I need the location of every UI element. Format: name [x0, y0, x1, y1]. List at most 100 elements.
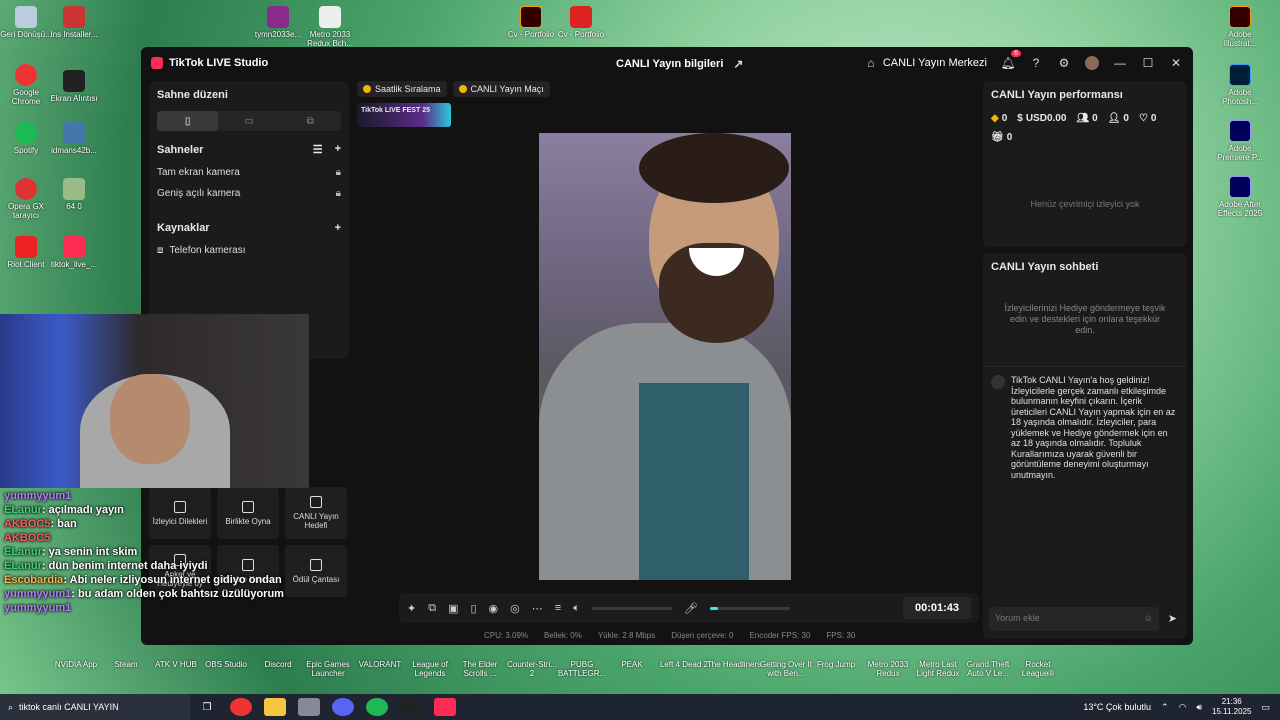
desktop-icon-l4d2[interactable]: Left 4 Dead 2 — [656, 660, 712, 669]
notification-center-icon[interactable]: ▭ — [1261, 702, 1270, 713]
help-icon[interactable]: ? — [1029, 56, 1043, 70]
desktop-icon-frog[interactable]: Frog Jump — [808, 660, 864, 669]
desktop-icon-chrome[interactable]: Google Chrome — [0, 64, 52, 106]
wifi-icon[interactable]: ◠ — [1179, 702, 1187, 713]
capture-icon[interactable]: ◎ — [510, 602, 520, 615]
share-icon[interactable]: ↗ — [731, 57, 745, 71]
scene-label: Geniş açılı kamera — [157, 188, 241, 199]
microphone-icon[interactable]: 🎤︎ — [684, 602, 698, 615]
chat-text: : ya senin int skim — [41, 546, 138, 558]
desktop-icon-cv-pdf[interactable]: Cv - Portfolio — [555, 6, 607, 39]
live-info-title[interactable]: CANLI Yayın bilgileri ↗ — [616, 57, 745, 71]
clock[interactable]: 21:36 15.11.2025 — [1212, 697, 1251, 717]
desktop-icon-headliners[interactable]: The Headliners — [706, 660, 762, 669]
record-icon[interactable]: ◉ — [489, 602, 499, 615]
close-icon[interactable]: ✕ — [1169, 56, 1183, 70]
desktop-icon-idm[interactable]: idmans42b... — [48, 122, 100, 155]
settings-sliders-icon[interactable]: ≡ — [555, 602, 561, 614]
task-view-icon[interactable]: ❐ — [196, 698, 218, 716]
desktop-icon-snip[interactable]: Ekran Alıntısı — [48, 70, 100, 103]
desktop-icon-discord[interactable]: Discord — [250, 660, 306, 669]
scene-item[interactable]: Geniş açılı kamera 🔒︎ — [157, 183, 341, 204]
emoji-icon[interactable]: ☺ — [1144, 613, 1153, 623]
desktop-icon-ps[interactable]: Adobe Photosh... — [1214, 64, 1266, 106]
desktop-icon-folder[interactable]: 64 0 — [48, 178, 100, 211]
desktop-icon-atk[interactable]: ATK V HUB — [148, 660, 204, 669]
live-goal-button[interactable]: CANLI Yayın Hedefi — [285, 487, 347, 539]
desktop-icon-ai[interactable]: Adobe Illustrat... — [1214, 6, 1266, 48]
tiktok-icon — [63, 236, 85, 258]
desktop-icon-elder[interactable]: The Elder Scrolls ... — [452, 660, 508, 678]
tiktok-taskbar-icon[interactable] — [434, 698, 456, 716]
desktop-icon-getting-over[interactable]: Getting Over It with Ben... — [758, 660, 814, 678]
desktop-icon-nvidia[interactable]: NVIDIA App — [48, 660, 104, 669]
chat-text: : ban — [50, 518, 77, 530]
speaker-volume-slider[interactable] — [591, 606, 672, 610]
desktop-icon-valorant[interactable]: VALORANT — [352, 660, 408, 669]
more-icon[interactable]: ⋯ — [532, 602, 543, 615]
taskbar-search[interactable]: ⌕ tiktok canlı CANLI YAYIN — [0, 694, 190, 720]
desktop-icon-cs2[interactable]: Counter-Stri... 2 — [504, 660, 560, 678]
live-center-button[interactable]: ⌂ CANLI Yayın Merkezi — [864, 56, 987, 70]
desktop-icon-gta[interactable]: Grand Theft Auto V Le... — [960, 660, 1016, 678]
dual-layout-tab[interactable]: ⧉ — [280, 111, 341, 131]
desktop-icon-peak[interactable]: PEAK — [604, 660, 660, 669]
chevron-up-icon[interactable]: ⌃ — [1161, 702, 1169, 713]
screen-share-icon[interactable]: ⧉ — [428, 602, 436, 615]
chat-divider — [983, 366, 1187, 367]
minimize-icon[interactable]: — — [1113, 56, 1127, 70]
maximize-icon[interactable]: ☐ — [1141, 56, 1155, 70]
desktop-icon-recycle[interactable]: Geri Dönüşü... — [0, 6, 52, 39]
mic-level-slider[interactable] — [709, 606, 790, 610]
desktop-icon-opera[interactable]: Opera GX tarayıcı — [0, 178, 52, 220]
desktop-icon-rocket[interactable]: Rocket League® — [1010, 660, 1066, 678]
speaker-tray-icon[interactable]: 🔊︎ — [1196, 702, 1202, 713]
magic-wand-icon[interactable]: ✦ — [407, 602, 416, 615]
cpu-stat: CPU: 3.09% — [484, 631, 529, 640]
desktop-icon-tiktok[interactable]: tiktok_live_... — [48, 236, 100, 269]
discord-taskbar-icon[interactable] — [332, 698, 354, 716]
layout-icon[interactable]: ▣ — [448, 602, 458, 615]
list-icon[interactable]: ☰ — [313, 143, 323, 156]
live-match-tag[interactable]: CANLI Yayın Maçı — [452, 81, 550, 97]
desktop-icon-metro-ll[interactable]: Metro Last Light Redux — [910, 660, 966, 678]
phone-icon[interactable]: ▯ — [470, 602, 476, 615]
add-source-icon[interactable]: + — [335, 222, 341, 234]
desktop-icon-riot[interactable]: Riot Client — [0, 236, 52, 269]
scene-item[interactable]: Tam ekran kamera 🔒︎ — [157, 162, 341, 183]
avatar[interactable] — [1085, 56, 1099, 70]
desktop-icon-spotify[interactable]: Spotify — [0, 122, 52, 155]
desktop-icon-winrar[interactable]: tymn2033e... — [252, 6, 304, 39]
source-item[interactable]: ⧈ Telefon kamerası — [157, 240, 341, 261]
gear-icon[interactable]: ⚙ — [1057, 56, 1071, 70]
scene-label: Tam ekran kamera — [157, 167, 240, 178]
landscape-layout-tab[interactable]: ▭ — [218, 111, 279, 131]
desktop-icon-cv-ai[interactable]: Cv - Portfolio — [505, 6, 557, 39]
add-scene-icon[interactable]: + — [335, 143, 341, 156]
chrome-taskbar-icon[interactable] — [230, 698, 252, 716]
desktop-icon-lol[interactable]: League of Legends — [402, 660, 458, 678]
obs-taskbar-icon[interactable] — [400, 698, 422, 716]
desktop-icon-pr[interactable]: Adobe Premiere P... — [1214, 120, 1266, 162]
weather-widget[interactable]: 13°C Çok bulutlu — [1083, 702, 1151, 712]
send-icon[interactable]: ➤ — [1168, 612, 1177, 625]
live-timer: 00:01:43 — [902, 597, 971, 619]
portrait-layout-tab[interactable]: ▯ — [157, 111, 219, 131]
folder-taskbar-icon[interactable] — [264, 698, 286, 716]
comment-input[interactable]: Yorum ekle ☺ — [989, 607, 1159, 631]
bell-icon[interactable]: 🔔︎ 6 — [1000, 50, 1021, 70]
live-fest-banner[interactable]: TikTok LIVE FEST 25 — [357, 103, 451, 127]
desktop-icon-epic[interactable]: Epic Games Launcher — [300, 660, 356, 678]
spotify-taskbar-icon[interactable] — [366, 698, 388, 716]
desktop-icon-steam[interactable]: Steam — [98, 660, 154, 669]
desktop-icon-ae[interactable]: Adobe After Effects 2025 — [1214, 176, 1266, 218]
app-taskbar-icon[interactable] — [298, 698, 320, 716]
desktop-icon-metro[interactable]: Metro 2033 Redux Bch... — [304, 6, 356, 48]
desktop-icon-pubg[interactable]: PUBG BATTLEGR... — [554, 660, 610, 678]
hourly-ranking-tag[interactable]: Saatlik Sıralama — [357, 81, 447, 97]
speaker-icon[interactable]: 🔈︎ — [573, 602, 580, 615]
desktop-icon-metro-redux[interactable]: Metro 2033 Redux — [860, 660, 916, 678]
desktop-icon-ins[interactable]: Ins Installer... — [48, 6, 100, 39]
desktop-icon-obs[interactable]: OBS Studio — [198, 660, 254, 669]
reward-bag-button[interactable]: Ödül Çantası — [285, 545, 347, 597]
